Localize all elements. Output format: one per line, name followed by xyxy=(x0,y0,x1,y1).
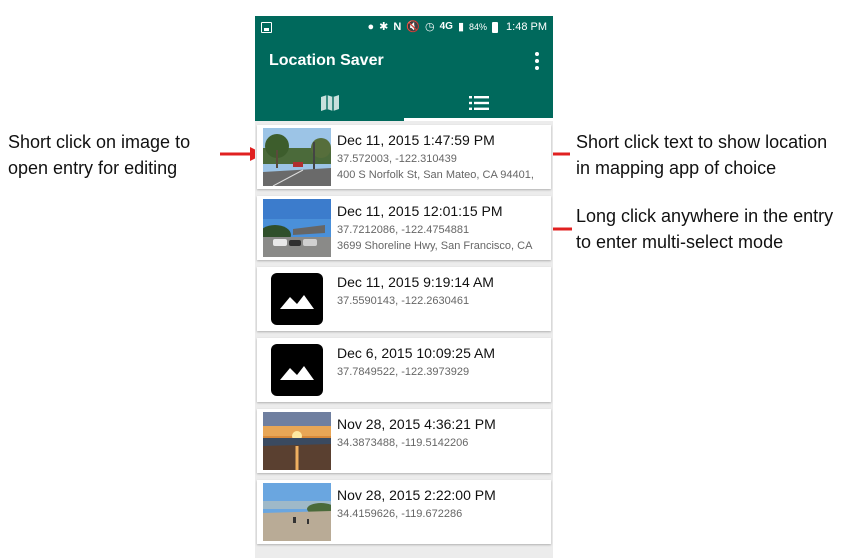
alarm-icon: ◷ xyxy=(425,21,435,33)
beach-photo-icon xyxy=(263,483,331,541)
entry-date: Dec 11, 2015 12:01:15 PM xyxy=(337,203,503,219)
app-bar: Location Saver xyxy=(255,38,553,84)
battery-icon xyxy=(492,21,499,33)
tab-bar xyxy=(255,84,553,121)
sunset-beach-photo-icon xyxy=(263,412,331,470)
entry-text[interactable]: Dec 6, 2015 10:09:25 AM 37.7849522, -122… xyxy=(337,338,551,402)
image-placeholder-icon xyxy=(271,344,323,396)
entry-date: Nov 28, 2015 2:22:00 PM xyxy=(337,487,496,503)
entry-coords: 37.572003, -122.310439 xyxy=(337,153,457,165)
bluetooth-icon: ✱ xyxy=(379,21,389,33)
annotation-right-top-line1: Short click text to show location xyxy=(576,132,828,152)
entry-thumbnail[interactable] xyxy=(263,270,331,328)
list-item[interactable]: Nov 28, 2015 4:36:21 PM 34.3873488, -119… xyxy=(257,409,551,473)
app-title: Location Saver xyxy=(269,52,384,69)
entry-text[interactable]: Dec 11, 2015 1:47:59 PM 37.572003, -122.… xyxy=(337,125,551,189)
list-item[interactable]: Nov 28, 2015 2:22:00 PM 34.4159626, -119… xyxy=(257,480,551,544)
location-list: Dec 11, 2015 1:47:59 PM 37.572003, -122.… xyxy=(255,121,553,544)
entry-coords: 37.7212086, -122.4754881 xyxy=(337,224,470,236)
entry-address: 3699 Shoreline Hwy, San Francisco, CA xyxy=(337,240,533,252)
entry-date: Dec 6, 2015 10:09:25 AM xyxy=(337,345,495,361)
phone-screen: ● ✱ N 🔇 ◷ 4G ▮ 84% 1:48 PM Location Save… xyxy=(255,16,553,558)
status-bar: ● ✱ N 🔇 ◷ 4G ▮ 84% 1:48 PM xyxy=(255,16,553,38)
tab-map[interactable] xyxy=(255,84,404,121)
entry-thumbnail[interactable] xyxy=(263,341,331,399)
entry-thumbnail[interactable] xyxy=(263,412,331,470)
entry-text[interactable]: Dec 11, 2015 9:19:14 AM 37.5590143, -122… xyxy=(337,267,551,331)
annotation-right-top: Short click text to show location in map… xyxy=(576,129,827,181)
list-item[interactable]: Dec 6, 2015 10:09:25 AM 37.7849522, -122… xyxy=(257,338,551,402)
annotation-right-top-line2: in mapping app of choice xyxy=(576,158,777,178)
network-type-label: 4G xyxy=(439,21,453,32)
list-item[interactable]: Dec 11, 2015 1:47:59 PM 37.572003, -122.… xyxy=(257,125,551,189)
street-photo-icon xyxy=(263,128,331,186)
overflow-menu-icon[interactable] xyxy=(535,52,539,70)
mute-icon: 🔇 xyxy=(406,21,420,33)
entry-thumbnail[interactable] xyxy=(263,199,331,257)
entry-coords: 37.7849522, -122.3973929 xyxy=(337,366,470,378)
map-icon xyxy=(320,94,339,111)
status-icons: ● ✱ N 🔇 ◷ 4G ▮ 84% 1:48 PM xyxy=(367,21,547,33)
entry-date: Dec 11, 2015 9:19:14 AM xyxy=(337,274,494,290)
list-item[interactable]: Dec 11, 2015 9:19:14 AM 37.5590143, -122… xyxy=(257,267,551,331)
list-item[interactable]: Dec 11, 2015 12:01:15 PM 37.7212086, -12… xyxy=(257,196,551,260)
entry-text[interactable]: Nov 28, 2015 4:36:21 PM 34.3873488, -119… xyxy=(337,409,551,473)
entry-date: Nov 28, 2015 4:36:21 PM xyxy=(337,416,496,432)
parking-photo-icon xyxy=(263,199,331,257)
list-icon xyxy=(468,95,489,110)
entry-coords: 34.3873488, -119.5142206 xyxy=(337,437,469,449)
nfc-icon: N xyxy=(393,21,402,33)
gallery-notification-icon xyxy=(261,21,272,33)
annotation-right-bottom: Long click anywhere in the entry to ente… xyxy=(576,203,833,255)
tab-list[interactable] xyxy=(404,84,553,121)
annotation-right-bottom-line2: to enter multi-select mode xyxy=(576,232,784,252)
annotation-left: Short click on image to open entry for e… xyxy=(8,129,190,181)
entry-text[interactable]: Nov 28, 2015 2:22:00 PM 34.4159626, -119… xyxy=(337,480,551,544)
location-icon: ● xyxy=(367,21,375,33)
signal-icon: ▮ xyxy=(457,21,465,33)
entry-address: 400 S Norfolk St, San Mateo, CA 94401, xyxy=(337,169,534,181)
entry-coords: 37.5590143, -122.2630461 xyxy=(337,295,470,307)
entry-text[interactable]: Dec 11, 2015 12:01:15 PM 37.7212086, -12… xyxy=(337,196,551,260)
entry-date: Dec 11, 2015 1:47:59 PM xyxy=(337,132,495,148)
annotation-right-bottom-line1: Long click anywhere in the entry xyxy=(576,206,834,226)
image-placeholder-icon xyxy=(271,273,323,325)
entry-coords: 34.4159626, -119.672286 xyxy=(337,508,463,520)
battery-percent: 84% xyxy=(469,22,488,32)
entry-thumbnail[interactable] xyxy=(263,128,331,186)
annotation-left-line1: Short click on image to xyxy=(8,132,191,152)
status-time: 1:48 PM xyxy=(506,21,547,33)
annotation-left-line2: open entry for editing xyxy=(8,158,178,178)
entry-thumbnail[interactable] xyxy=(263,483,331,541)
